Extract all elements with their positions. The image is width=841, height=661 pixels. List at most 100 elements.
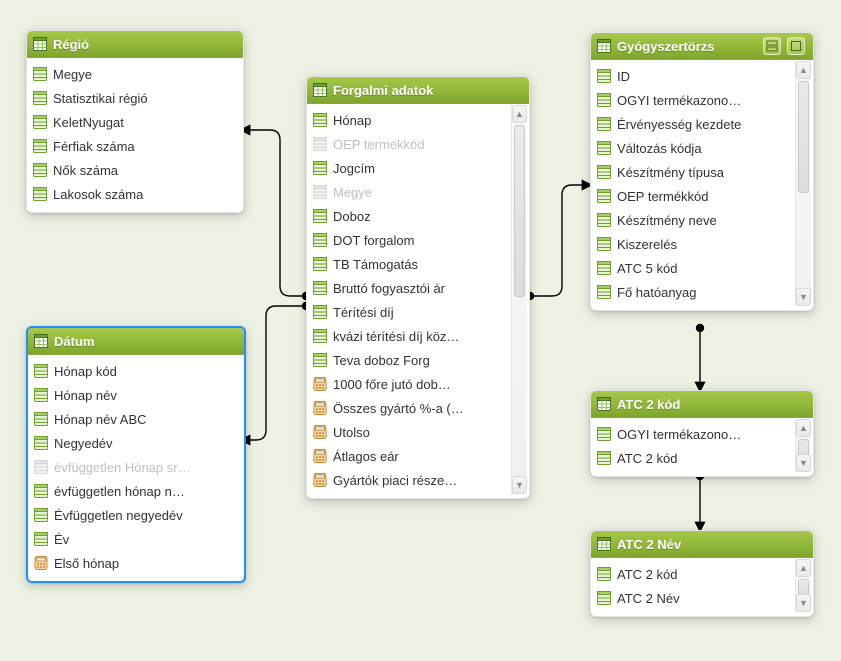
scrollbar[interactable]: ▲ ▼: [795, 419, 811, 472]
scrollbar[interactable]: ▲ ▼: [511, 105, 527, 494]
scroll-up-button[interactable]: ▲: [796, 419, 811, 437]
field-row[interactable]: Térítési díj: [309, 300, 511, 324]
field-row[interactable]: Változás kódja: [593, 136, 795, 160]
field-row[interactable]: Érvényesség kezdete: [593, 112, 795, 136]
table-forgalmi-adatok[interactable]: Forgalmi adatok Hónap OEP termékkód Jogcím…: [306, 76, 530, 499]
scrollbar[interactable]: ▲ ▼: [795, 61, 811, 306]
field-label: Készítmény neve: [617, 213, 717, 228]
field-row[interactable]: Jogcím: [309, 156, 511, 180]
field-row[interactable]: Első hónap: [30, 551, 242, 575]
scrollbar[interactable]: ▲ ▼: [795, 559, 811, 612]
table-atc2-nev[interactable]: ATC 2 Név ATC 2 kódATC 2 Név ▲ ▼: [590, 530, 814, 617]
field-list: OGYI termékazono…ATC 2 kód: [591, 418, 813, 476]
field-label: Bruttó fogyasztói ár: [333, 281, 445, 296]
field-row[interactable]: OEP termékkód: [309, 132, 511, 156]
field-label: Első hónap: [54, 556, 119, 571]
field-row[interactable]: Gyártók piaci része…: [309, 468, 511, 492]
field-row[interactable]: KeletNyugat: [29, 110, 241, 134]
scroll-down-button[interactable]: ▼: [796, 288, 811, 306]
column-icon: [34, 364, 48, 378]
field-row[interactable]: ATC 2 kód: [593, 446, 795, 470]
field-label: Készítmény típusa: [617, 165, 724, 180]
table-regio[interactable]: Régió Megye Statisztikai régió KeletNyugat…: [26, 30, 244, 213]
column-icon: [33, 91, 47, 105]
field-row[interactable]: Bruttó fogyasztói ár: [309, 276, 511, 300]
table-header[interactable]: ATC 2 Név: [591, 531, 813, 558]
field-row[interactable]: Megye: [309, 180, 511, 204]
field-row[interactable]: Készítmény típusa: [593, 160, 795, 184]
table-header[interactable]: Régió: [27, 31, 243, 58]
scroll-down-button[interactable]: ▼: [796, 454, 811, 472]
field-row[interactable]: Hónap kód: [30, 359, 242, 383]
field-row[interactable]: Fő hatóanyag: [593, 280, 795, 304]
field-row[interactable]: Megye: [29, 62, 241, 86]
field-row[interactable]: Teva doboz Forg: [309, 348, 511, 372]
scroll-up-button[interactable]: ▲: [796, 61, 811, 79]
table-header[interactable]: Gyógyszertörzs: [591, 33, 813, 60]
scroll-thumb[interactable]: [798, 81, 809, 193]
header-action-maximize[interactable]: [763, 37, 781, 55]
column-icon: [597, 427, 611, 441]
field-row[interactable]: Készítmény neve: [593, 208, 795, 232]
field-row[interactable]: Lakosok száma: [29, 182, 241, 206]
field-row[interactable]: Hónap név: [30, 383, 242, 407]
column-icon: [313, 185, 327, 199]
field-row[interactable]: Nők száma: [29, 158, 241, 182]
field-row[interactable]: Kiszerelés: [593, 232, 795, 256]
field-row[interactable]: Hónap név ABC: [30, 407, 242, 431]
scroll-down-button[interactable]: ▼: [512, 476, 527, 494]
field-row[interactable]: OGYI termékazono…: [593, 422, 795, 446]
table-gyogyszertorzs[interactable]: Gyógyszertörzs IDOGYI termékazono… Érvény…: [590, 32, 814, 311]
field-row[interactable]: OEP termékkód: [593, 184, 795, 208]
field-label: Negyedév: [54, 436, 113, 451]
scroll-up-button[interactable]: ▲: [512, 105, 527, 123]
column-icon: [313, 113, 327, 127]
column-icon: [313, 161, 327, 175]
field-row[interactable]: Doboz: [309, 204, 511, 228]
column-icon: [34, 436, 48, 450]
field-row[interactable]: Összes gyártó %-a (…: [309, 396, 511, 420]
field-label: 1000 főre jutó dob…: [333, 377, 451, 392]
column-icon: [34, 508, 48, 522]
table-atc2-kod[interactable]: ATC 2 kód OGYI termékazono…ATC 2 kód ▲ ▼: [590, 390, 814, 477]
field-row[interactable]: kvázi térítési díj köz…: [309, 324, 511, 348]
column-icon: [597, 165, 611, 179]
field-row[interactable]: Utolso: [309, 420, 511, 444]
field-row[interactable]: Átlagos eár: [309, 444, 511, 468]
field-row[interactable]: 1000 főre jutó dob…: [309, 372, 511, 396]
field-label: Érvényesség kezdete: [617, 117, 741, 132]
field-label: Hónap: [333, 113, 371, 128]
column-icon: [34, 460, 48, 474]
header-action-restore[interactable]: [787, 37, 805, 55]
field-row[interactable]: TB Támogatás: [309, 252, 511, 276]
field-row[interactable]: ATC 2 kód: [593, 562, 795, 586]
scroll-thumb[interactable]: [514, 125, 525, 297]
table-header[interactable]: Dátum: [28, 328, 244, 355]
scroll-down-button[interactable]: ▼: [796, 594, 811, 612]
field-label: évfüggetlen Hónap sr…: [54, 460, 191, 475]
field-row[interactable]: Hónap: [309, 108, 511, 132]
field-row[interactable]: Statisztikai régió: [29, 86, 241, 110]
table-header[interactable]: ATC 2 kód: [591, 391, 813, 418]
field-row[interactable]: Évfüggetlen negyedév: [30, 503, 242, 527]
field-row[interactable]: ATC 2 Név: [593, 586, 795, 610]
field-row[interactable]: Negyedév: [30, 431, 242, 455]
diagram-canvas: { "tables": { "regio": { "title": "Régió…: [0, 0, 841, 661]
field-row[interactable]: OGYI termékazono…: [593, 88, 795, 112]
column-icon: [597, 451, 611, 465]
column-icon: [597, 567, 611, 581]
field-label: Statisztikai régió: [53, 91, 148, 106]
table-datum[interactable]: Dátum Hónap kódHónap névHónap név ABC Neg…: [26, 326, 246, 583]
field-row[interactable]: Év: [30, 527, 242, 551]
field-row[interactable]: évfüggetlen hónap n…: [30, 479, 242, 503]
field-label: Évfüggetlen negyedév: [54, 508, 183, 523]
field-row[interactable]: DOT forgalom: [309, 228, 511, 252]
field-row[interactable]: évfüggetlen Hónap sr…: [30, 455, 242, 479]
field-row[interactable]: ATC 5 kód: [593, 256, 795, 280]
field-row[interactable]: ID: [593, 64, 795, 88]
table-header[interactable]: Forgalmi adatok: [307, 77, 529, 104]
field-row[interactable]: Férfiak száma: [29, 134, 241, 158]
table-icon: [34, 334, 48, 348]
field-label: OEP termékkód: [333, 137, 425, 152]
scroll-up-button[interactable]: ▲: [796, 559, 811, 577]
